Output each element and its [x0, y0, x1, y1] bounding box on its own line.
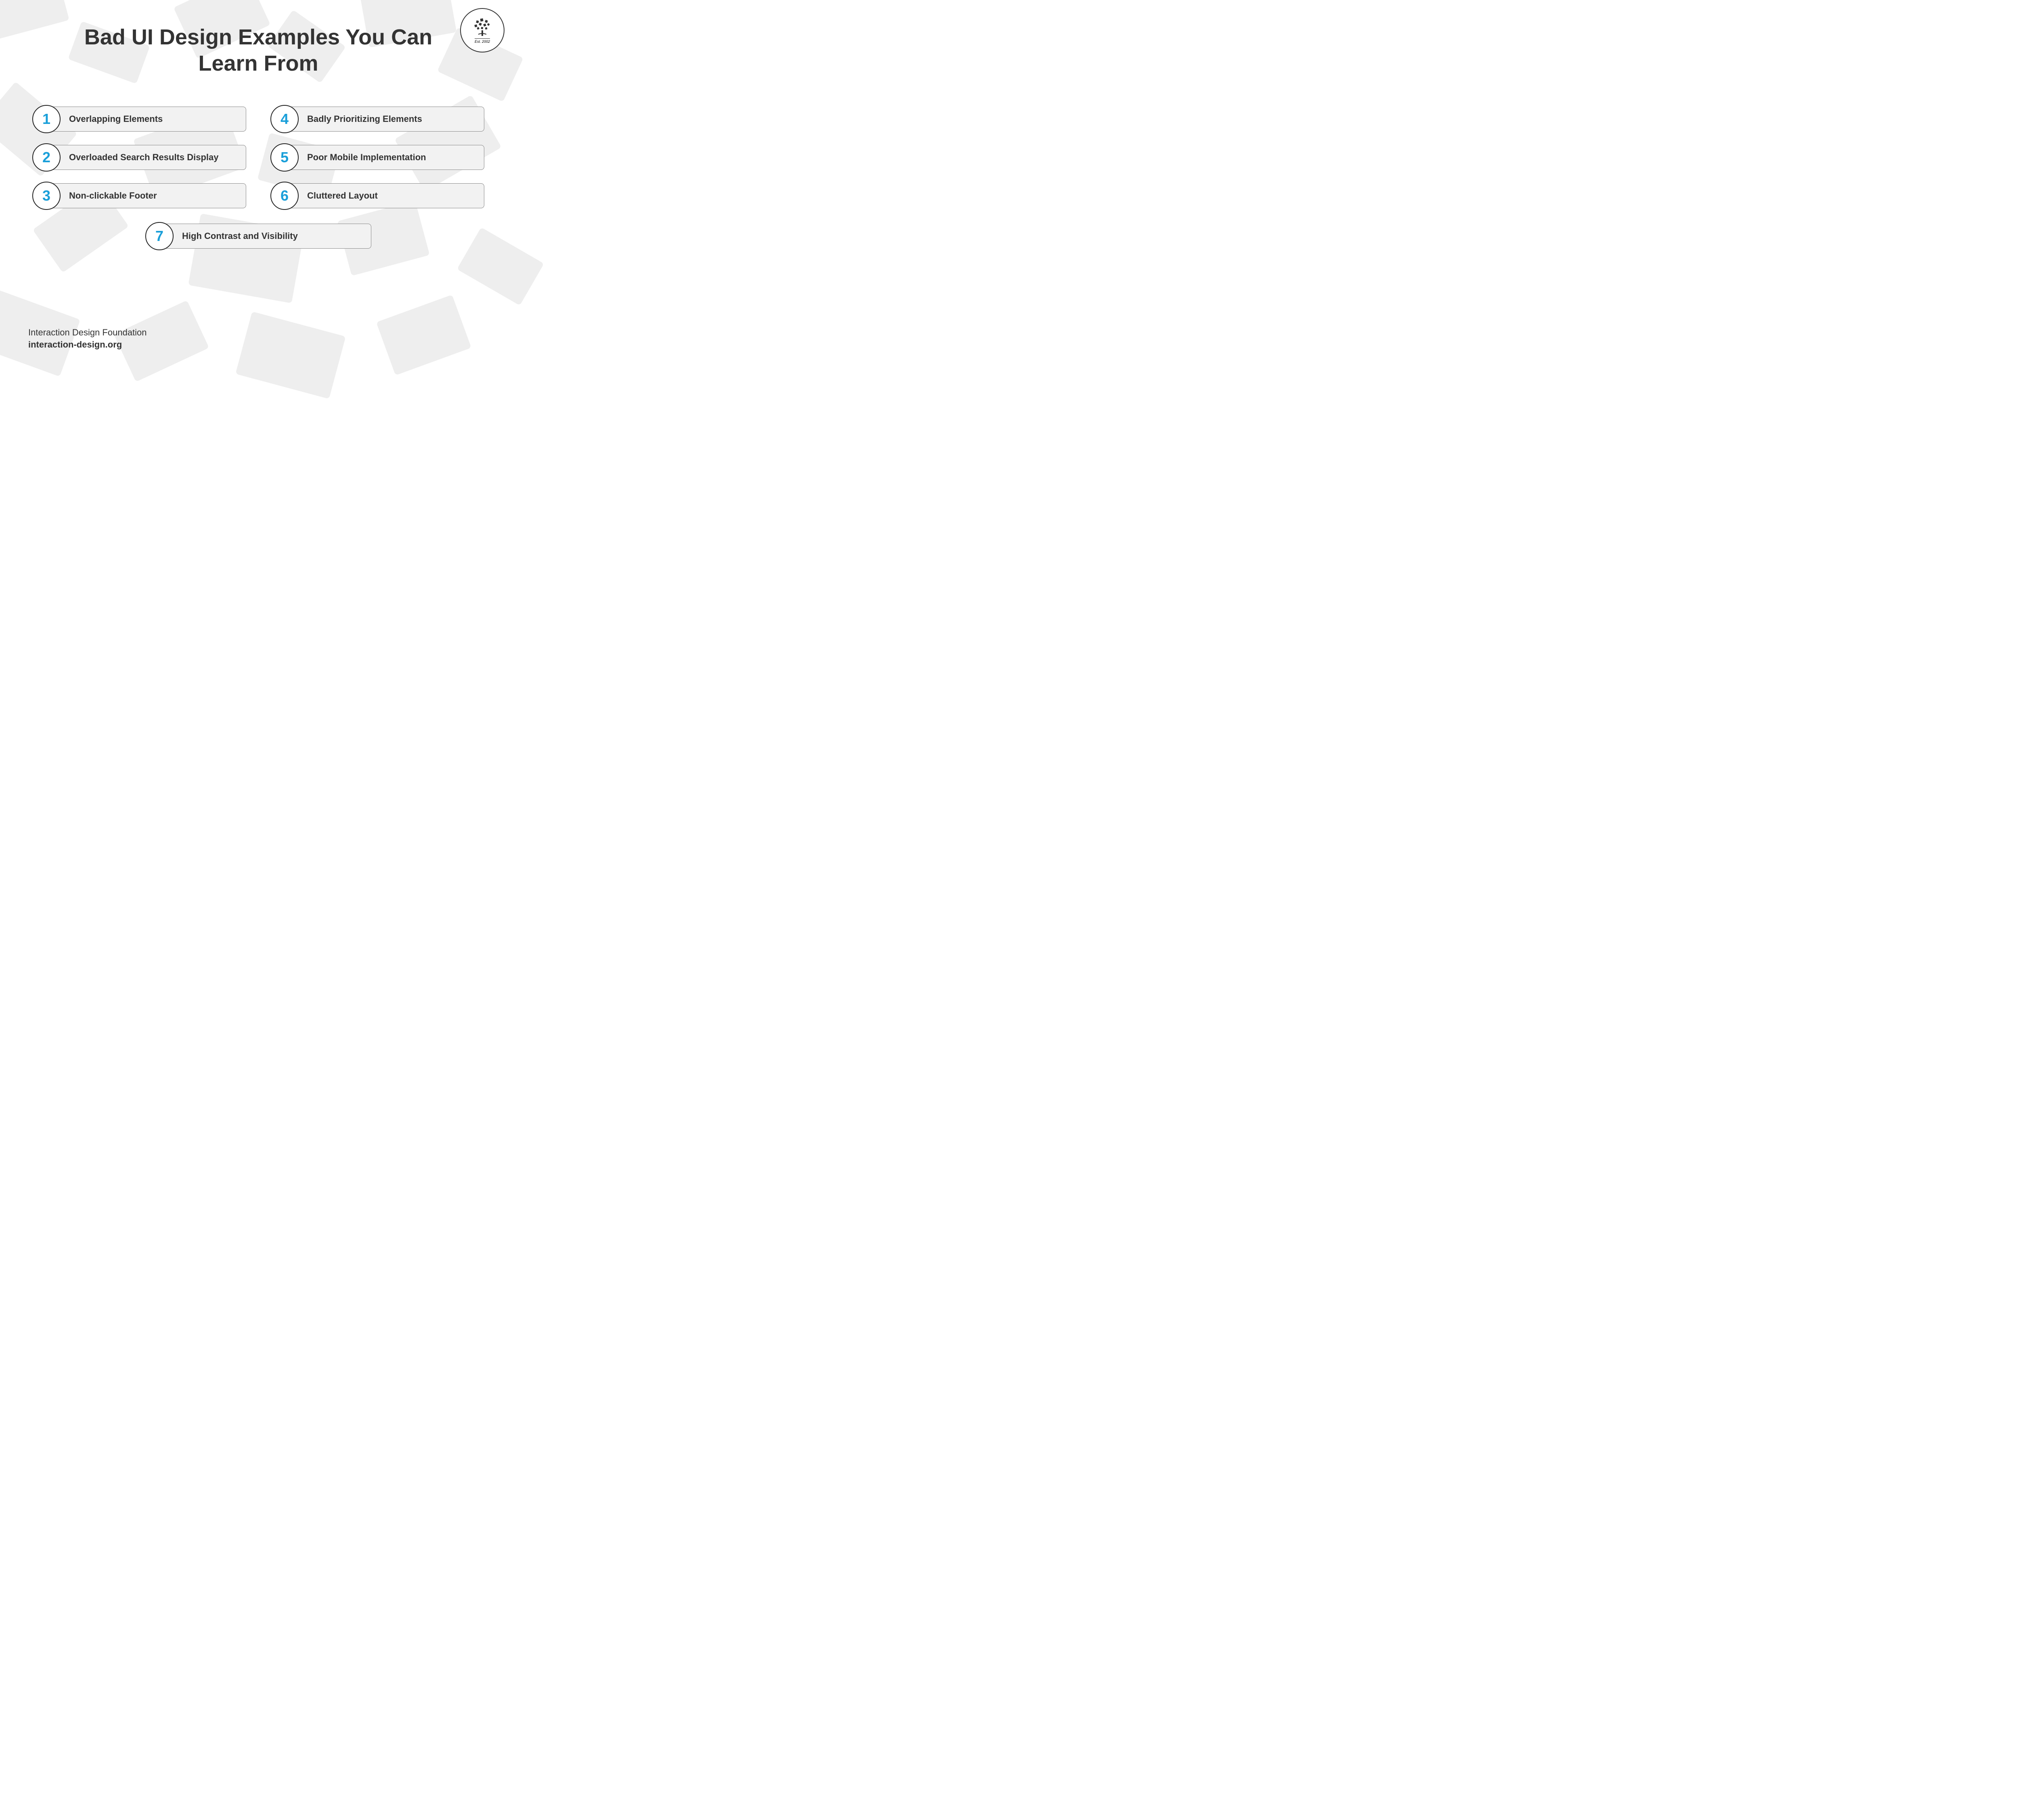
- item-label: Overloaded Search Results Display: [46, 145, 246, 170]
- list-item: 2 Overloaded Search Results Display: [32, 143, 246, 172]
- item-number: 5: [270, 143, 299, 172]
- logo-est-text: Est. 2002: [475, 38, 490, 44]
- page-title: Bad UI Design Examples You Can Learn Fro…: [28, 24, 488, 77]
- footer-org-name: Interaction Design Foundation: [28, 327, 147, 338]
- item-label: Cluttered Layout: [285, 183, 484, 208]
- item-number: 3: [32, 182, 61, 210]
- list-item: 7 High Contrast and Visibility: [145, 222, 371, 250]
- list-item: 3 Non-clickable Footer: [32, 182, 246, 210]
- item-label: High Contrast and Visibility: [159, 224, 371, 249]
- items-grid: 1 Overlapping Elements 4 Badly Prioritiz…: [28, 105, 488, 210]
- item-number: 6: [270, 182, 299, 210]
- list-item: 6 Cluttered Layout: [270, 182, 484, 210]
- list-item: 4 Badly Prioritizing Elements: [270, 105, 484, 133]
- item-label: Non-clickable Footer: [46, 183, 246, 208]
- item-label: Badly Prioritizing Elements: [285, 107, 484, 132]
- list-item: 5 Poor Mobile Implementation: [270, 143, 484, 172]
- item-number: 1: [32, 105, 61, 133]
- item-label: Overlapping Elements: [46, 107, 246, 132]
- item-label: Poor Mobile Implementation: [285, 145, 484, 170]
- item-number: 7: [145, 222, 174, 250]
- footer-url: interaction-design.org: [28, 339, 147, 350]
- item-number: 4: [270, 105, 299, 133]
- item-number: 2: [32, 143, 61, 172]
- center-row: 7 High Contrast and Visibility: [28, 222, 488, 250]
- tree-icon: [472, 17, 492, 38]
- footer: Interaction Design Foundation interactio…: [28, 327, 147, 350]
- idf-logo: Est. 2002: [460, 8, 504, 52]
- list-item: 1 Overlapping Elements: [32, 105, 246, 133]
